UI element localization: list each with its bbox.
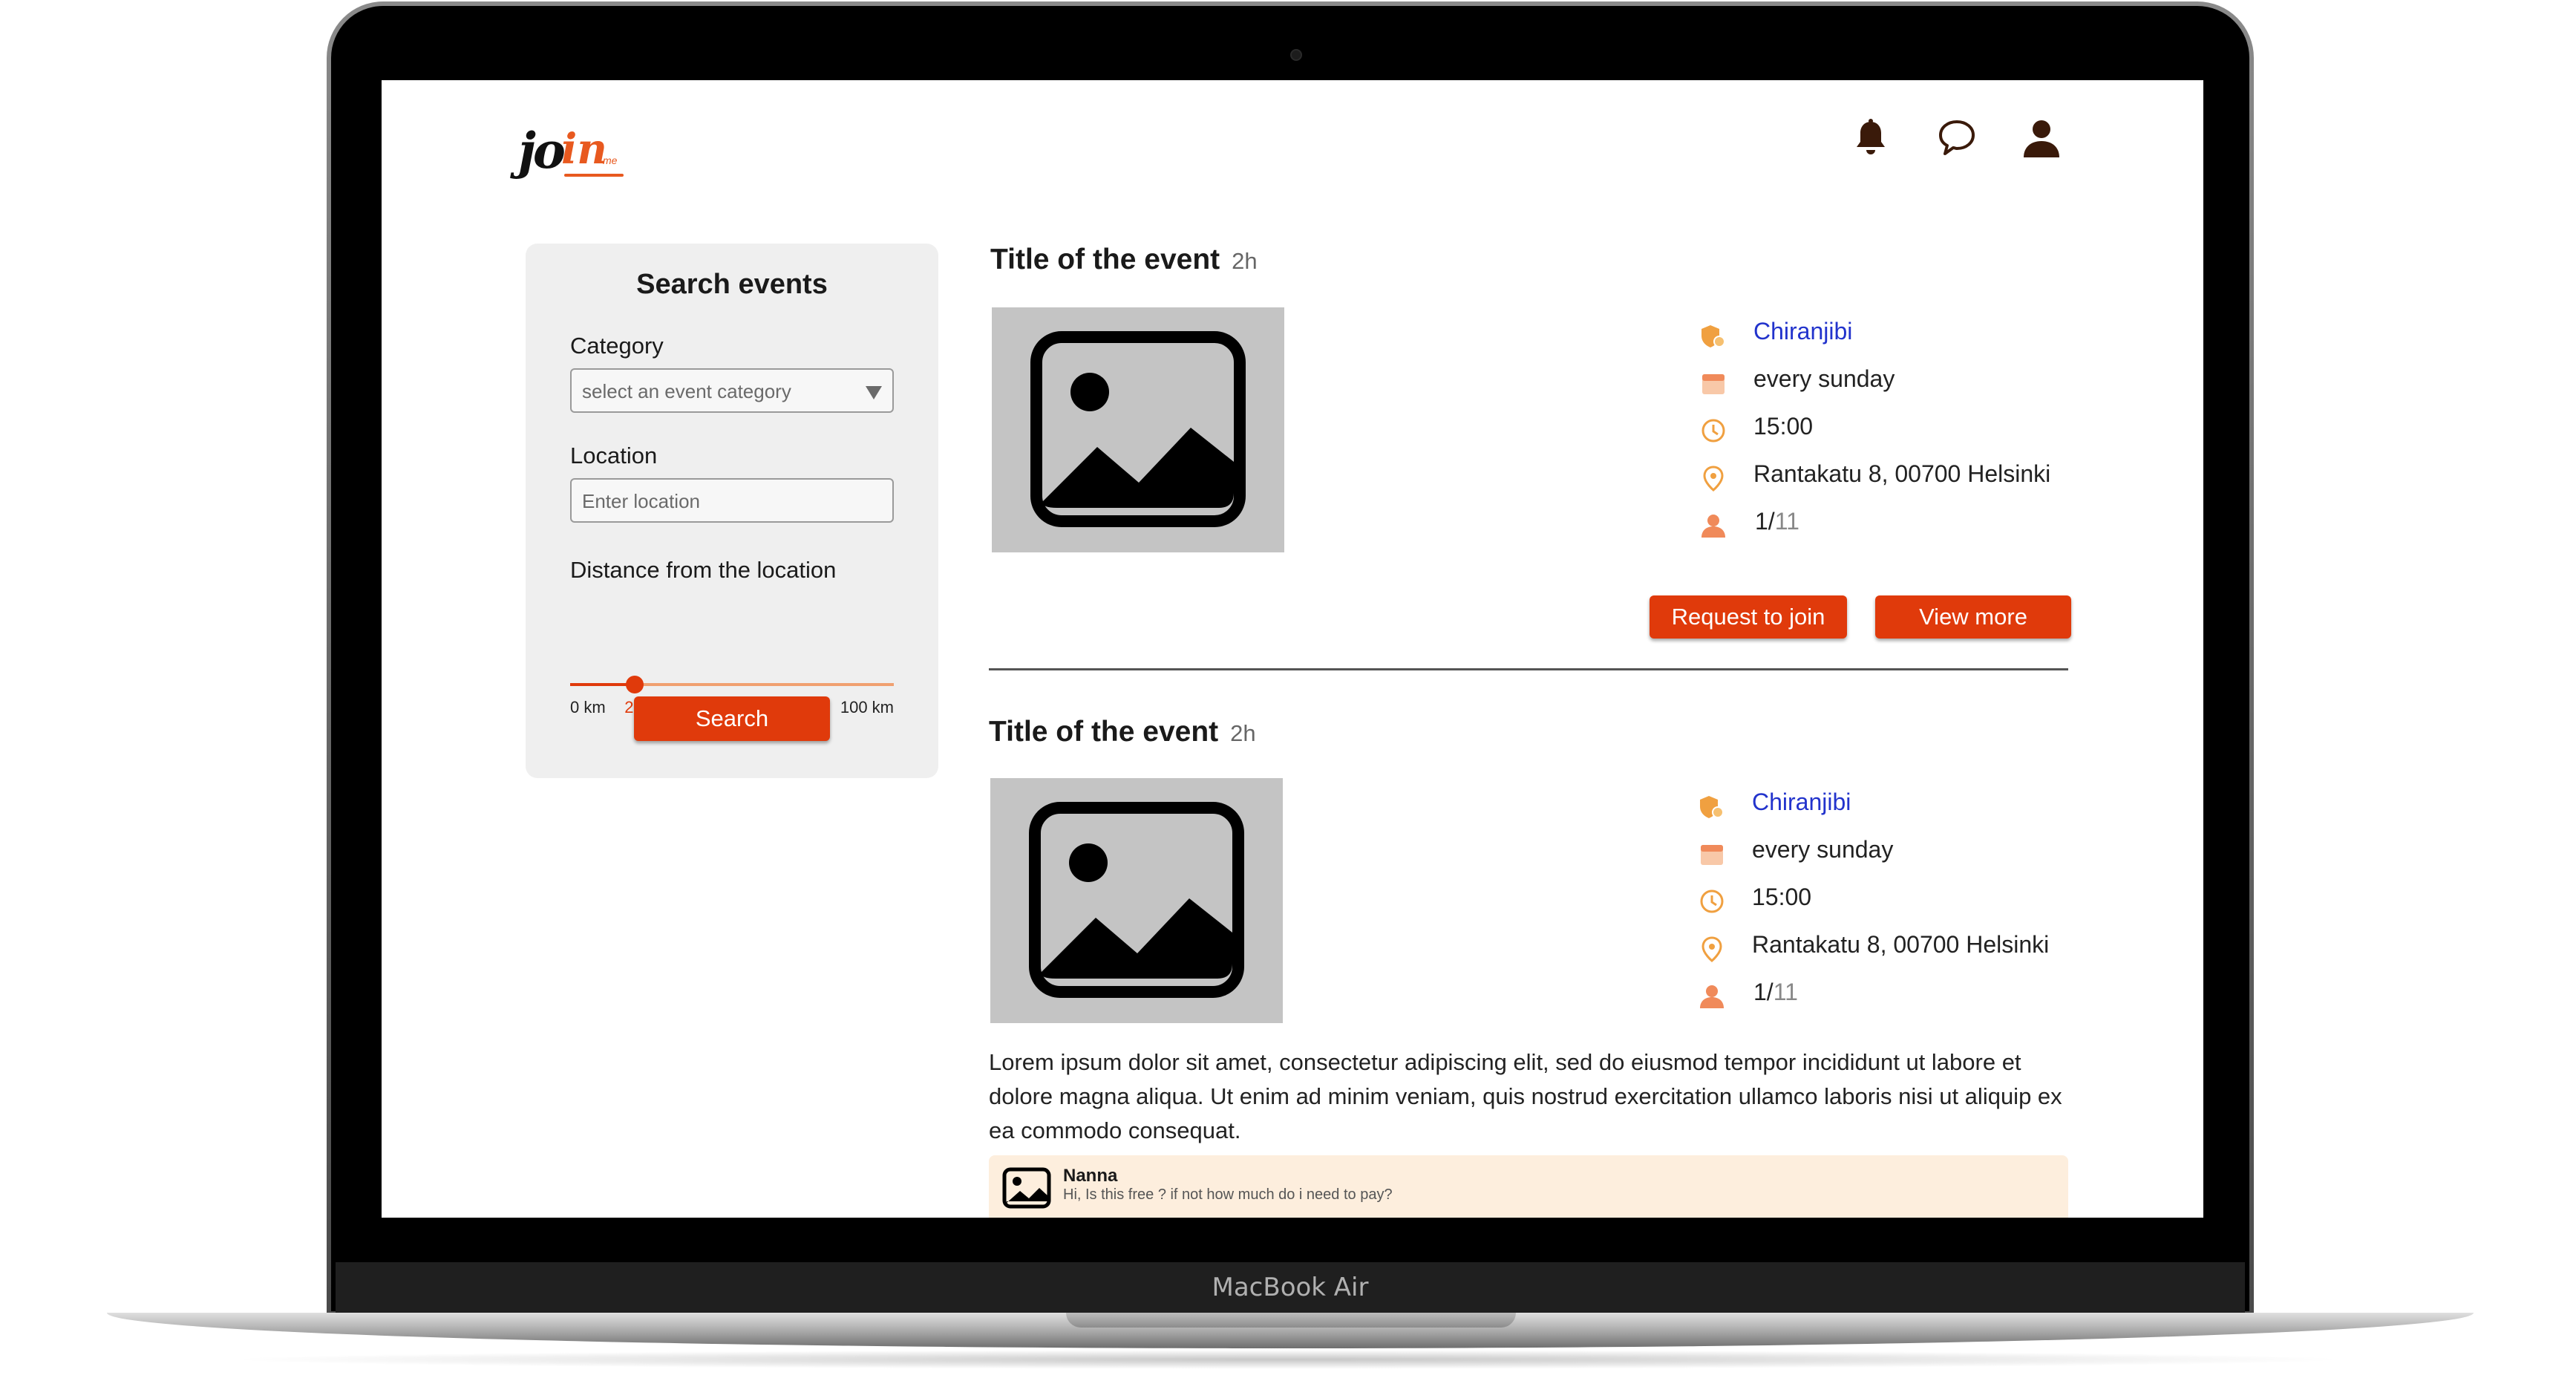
event-description: Lorem ipsum dolor sit amet, consectetur … (989, 1049, 2062, 1143)
laptop-notch (1066, 1313, 1516, 1328)
clock-icon (1701, 419, 1725, 443)
category-select[interactable]: select an event category (570, 368, 894, 413)
user-icon[interactable] (2019, 116, 2064, 160)
category-label: Category (570, 333, 664, 359)
calendar-icon (1702, 374, 1725, 394)
event-image-1[interactable] (992, 307, 1284, 552)
event-address: Rantakatu 8, 00700 Helsinki (1752, 931, 2050, 958)
distance-label: Distance from the location (570, 557, 837, 583)
distance-slider-thumb[interactable] (626, 676, 644, 693)
search-button[interactable]: Search (634, 696, 830, 741)
organizer-link[interactable]: Chiranjibi (1753, 318, 1852, 345)
event-title-1[interactable]: Title of the event 2h (990, 244, 1258, 276)
event-time: 15:00 (1753, 413, 1814, 440)
logo[interactable]: jo in me (518, 119, 630, 180)
view-more-button[interactable]: View more (1875, 595, 2071, 639)
logo-accent: in (561, 125, 607, 174)
organizer-link[interactable]: Chiranjibi (1752, 789, 1851, 816)
event-capacity: 1/11 (1755, 508, 1799, 535)
commenter-avatar-icon[interactable] (1002, 1167, 1051, 1209)
laptop-chin: MacBook Air (336, 1262, 2245, 1316)
logo-underline (564, 174, 624, 177)
calendar-icon (1701, 845, 1723, 865)
chevron-down-icon (866, 386, 882, 399)
request-to-join-button[interactable]: Request to join (1650, 595, 1847, 639)
location-label: Location (570, 443, 658, 469)
event-recurrence: every sunday (1752, 836, 1894, 863)
laptop-shadow (223, 1350, 2353, 1369)
distance-max-label: 100 km (840, 698, 894, 716)
app-screen: jo in me Search events Category select a… (382, 80, 2203, 1218)
comment-author: Nanna (1063, 1166, 1118, 1186)
distance-min-label: 0 km (570, 698, 606, 716)
bell-icon[interactable] (1848, 116, 1893, 160)
event-capacity: 1/11 (1753, 979, 1798, 1006)
event-address: Rantakatu 8, 00700 Helsinki (1753, 460, 2051, 487)
organizer-badge-icon (1701, 325, 1725, 347)
event-time: 15:00 (1752, 884, 1812, 910)
location-input[interactable]: Enter location (570, 478, 894, 523)
attendees-icon (1700, 985, 1724, 1008)
image-placeholder-icon (1029, 802, 1244, 998)
event-title-text: Title of the event (989, 716, 1219, 748)
event-title-text: Title of the event (990, 244, 1220, 275)
event-time-ago: 2h (1230, 720, 1256, 746)
location-pin-icon (1703, 466, 1724, 492)
search-panel-title: Search events (636, 269, 828, 300)
logo-main: jo (518, 122, 566, 180)
clock-icon (1700, 889, 1724, 913)
event-recurrence: every sunday (1753, 365, 1895, 392)
comment-text: Hi, Is this free ? if not how much do i … (1063, 1186, 1393, 1203)
event-title-2[interactable]: Title of the event 2h (989, 716, 1256, 748)
chat-bubble-icon[interactable] (1935, 116, 1979, 160)
event-divider (989, 668, 2068, 670)
device-label: MacBook Air (1212, 1273, 1369, 1302)
organizer-badge-icon (1700, 796, 1724, 818)
capacity-total: 11 (1773, 979, 1798, 1005)
attendees-icon (1701, 515, 1725, 538)
search-panel: Search events Category select an event c… (526, 244, 938, 778)
logo-suffix: me (603, 154, 618, 166)
capacity-total: 11 (1774, 508, 1799, 535)
capacity-current: 1/ (1755, 508, 1775, 535)
comment: Nanna Hi, Is this free ? if not how much… (989, 1155, 2068, 1218)
location-input-placeholder: Enter location (582, 490, 700, 512)
distance-slider-fill (570, 683, 635, 686)
image-placeholder-icon (1030, 331, 1246, 527)
event-image-2[interactable] (990, 778, 1283, 1023)
category-select-value: select an event category (582, 380, 791, 402)
location-pin-icon (1701, 936, 1722, 962)
event-time-ago: 2h (1232, 248, 1258, 274)
camera (1290, 49, 1302, 61)
capacity-current: 1/ (1753, 979, 1774, 1005)
